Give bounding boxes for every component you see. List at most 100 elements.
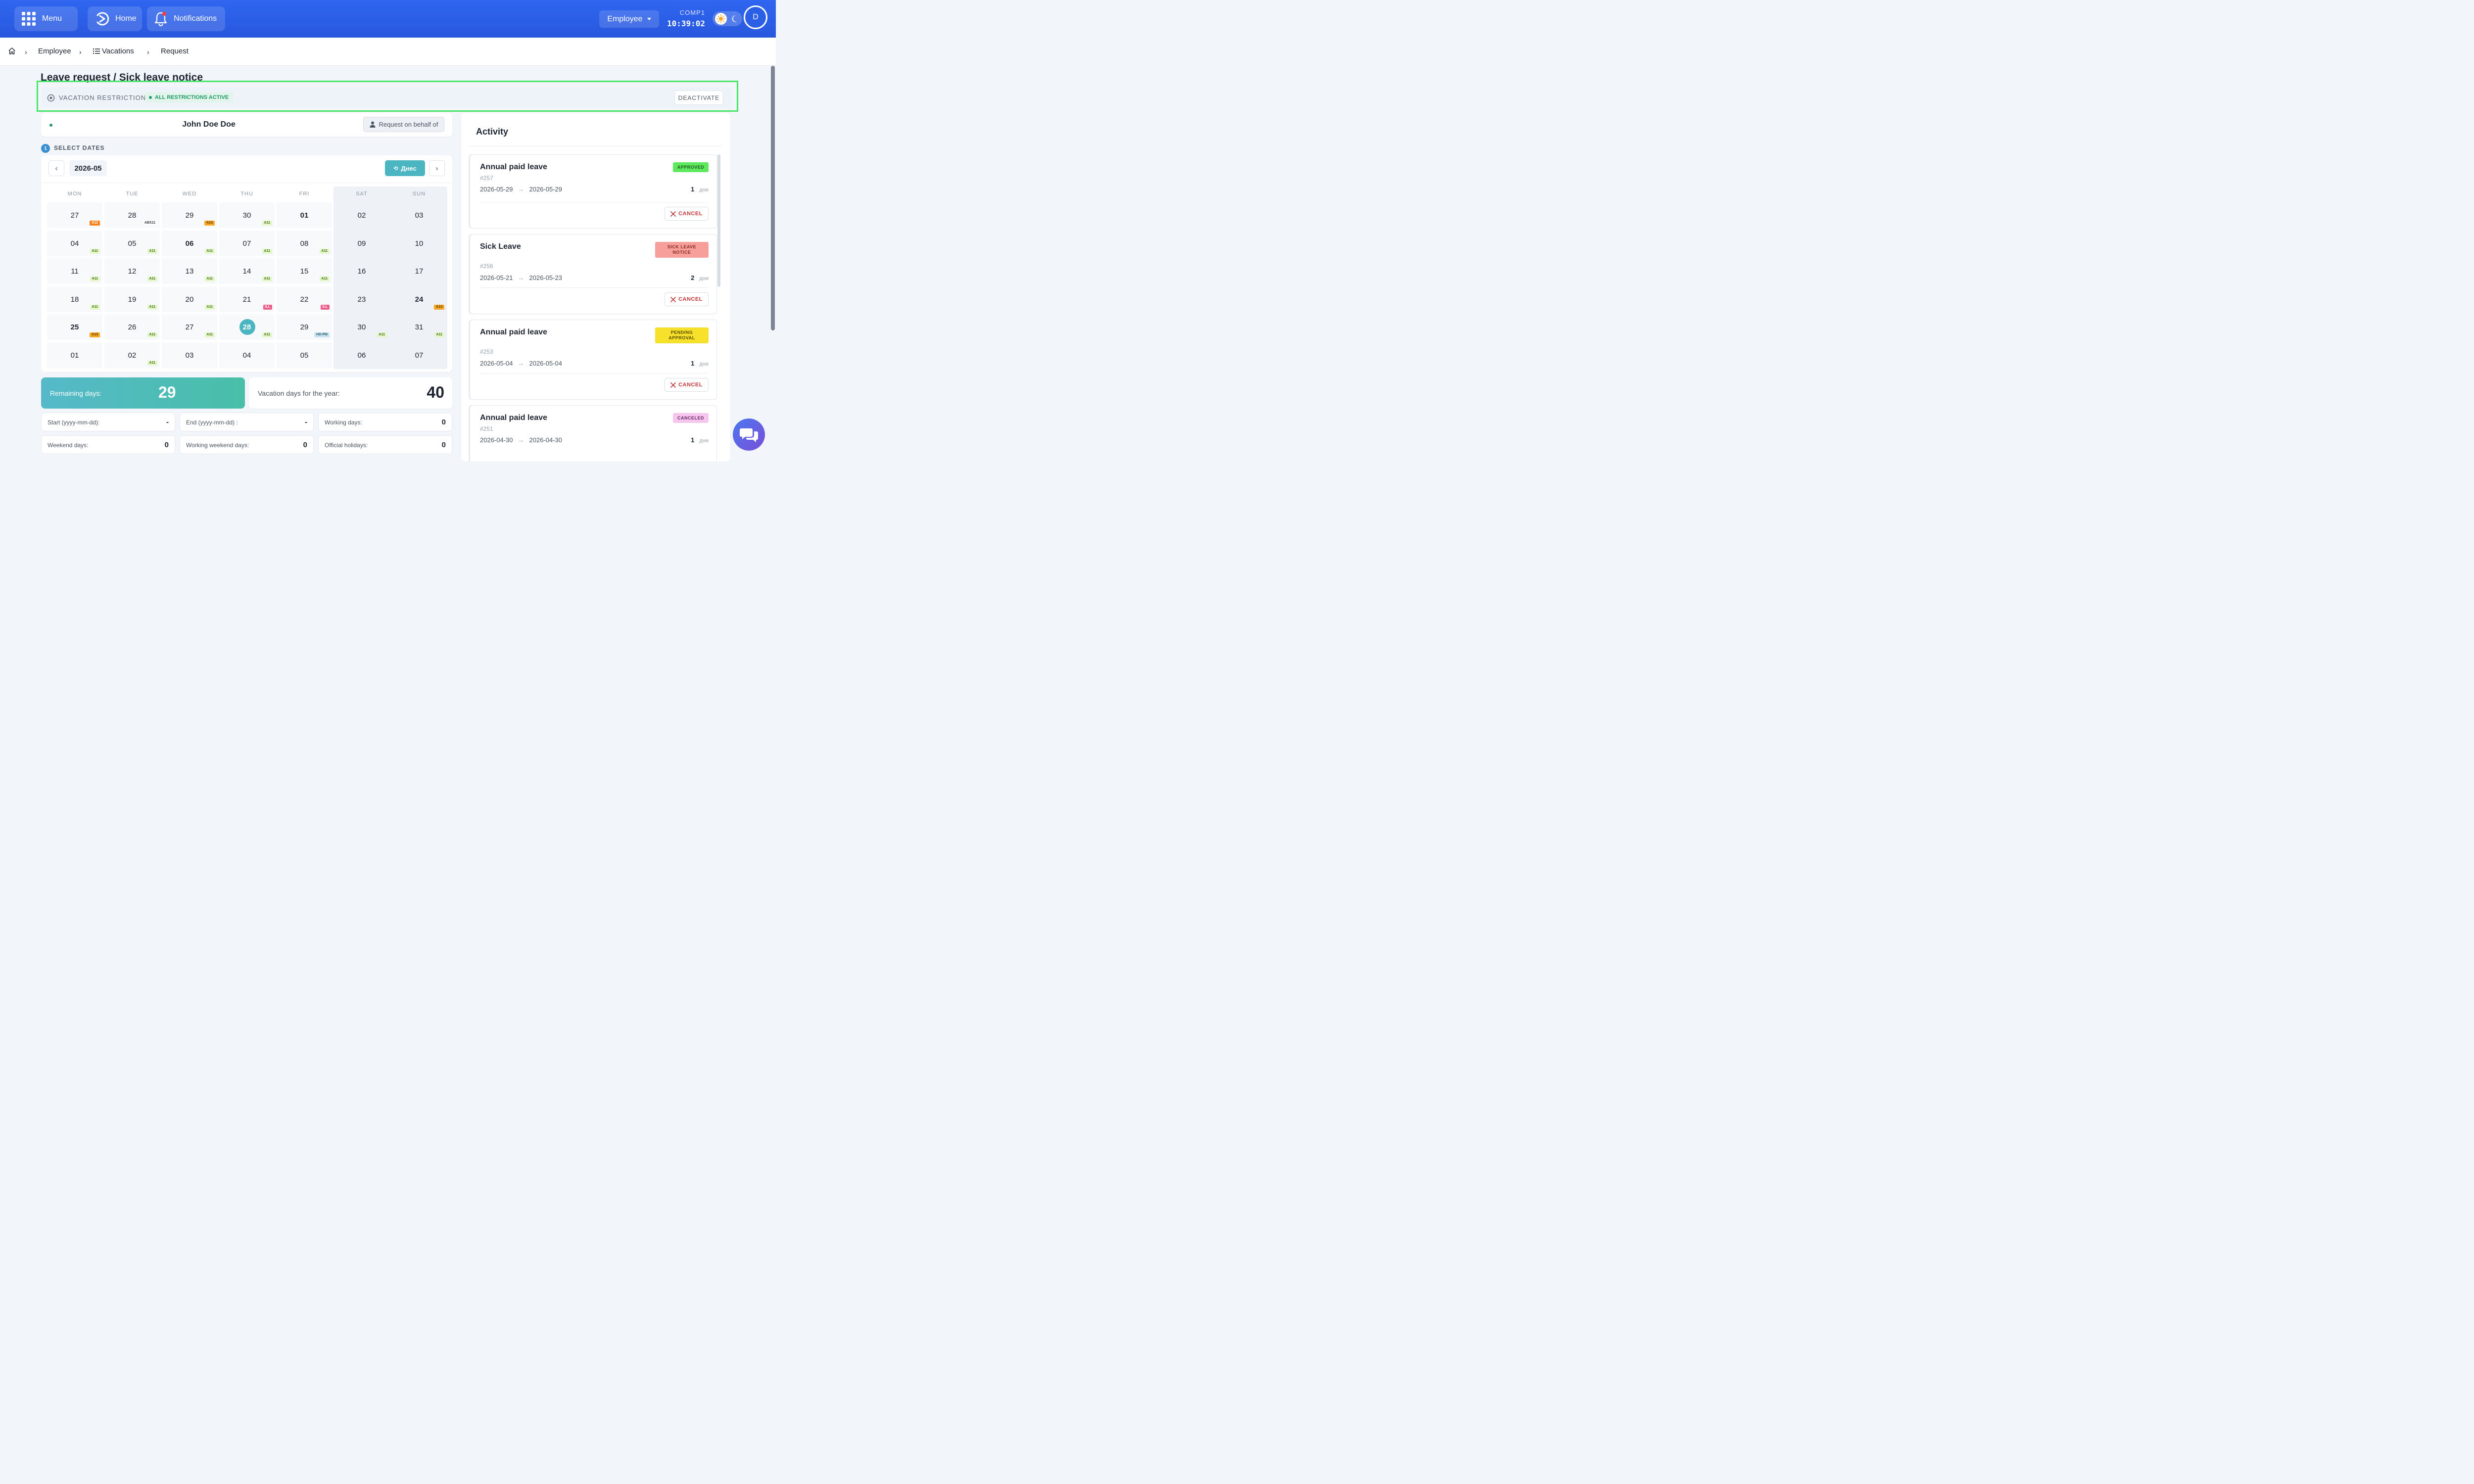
calendar-day[interactable]: 03	[391, 202, 447, 228]
page-scrollbar[interactable]	[771, 66, 775, 330]
calendar-day[interactable]: 18 A11	[47, 286, 102, 312]
day-number: 22	[300, 295, 309, 304]
calendar-day[interactable]: 16	[334, 258, 389, 284]
close-icon	[670, 211, 676, 217]
calendar-day[interactable]: 07	[391, 342, 447, 368]
divider	[480, 287, 709, 288]
day-number: 19	[128, 295, 137, 304]
calendar-day[interactable]: 06	[334, 342, 389, 368]
calendar-day[interactable]: 27 A12	[47, 202, 102, 228]
date-from: 2026-04-30	[480, 436, 513, 444]
deactivate-button[interactable]: DEACTIVATE	[674, 91, 723, 105]
employee-name: John Doe Doe	[182, 120, 236, 129]
request-on-behalf-button[interactable]: Request on behalf of	[363, 117, 444, 132]
calendar-day[interactable]: 23	[334, 286, 389, 312]
day-tag: A11	[262, 221, 272, 226]
calendar-day[interactable]: 29 HD-PM	[277, 314, 332, 340]
clock: 10:39:02	[666, 19, 705, 28]
calendar-day[interactable]: 03	[162, 342, 217, 368]
calendar-day[interactable]: 27 A11	[162, 314, 217, 340]
day-tag: A11	[90, 249, 100, 254]
calendar-day[interactable]: 26 A11	[104, 314, 160, 340]
calendar-day[interactable]: 30 A11	[334, 314, 389, 340]
day-number: 15	[300, 267, 309, 276]
cancel-button[interactable]: CANCEL	[665, 292, 709, 306]
home-icon[interactable]	[8, 47, 16, 57]
cancel-button[interactable]: CANCEL	[665, 378, 709, 392]
chat-button[interactable]	[733, 418, 765, 451]
calendar-day[interactable]: 13 A11	[162, 258, 217, 284]
date-from: 2026-05-21	[480, 274, 513, 281]
calendar-day[interactable]: 28 A11	[219, 314, 275, 340]
role-dropdown[interactable]: Employee	[599, 10, 659, 28]
calendar-day[interactable]: 30 A11	[219, 202, 275, 228]
calendar-day[interactable]: 17	[391, 258, 447, 284]
calendar-day[interactable]: 11 A11	[47, 258, 102, 284]
company-name: COMP1	[679, 9, 705, 16]
notifications-label: Notifications	[174, 14, 217, 23]
calendar-day[interactable]: 01	[277, 202, 332, 228]
day-count: 2 дни	[691, 274, 709, 281]
stat-working-weekend-days: Working weekend days: 0	[180, 435, 314, 454]
calendar-day[interactable]: 22 ILL	[277, 286, 332, 312]
calendar-day[interactable]: 04 A11	[47, 231, 102, 256]
calendar-day[interactable]: 21 ILL	[219, 286, 275, 312]
calendar-day[interactable]: 05 A11	[104, 231, 160, 256]
calendar-day[interactable]: 01	[47, 342, 102, 368]
activity-scrollbar[interactable]	[717, 154, 720, 287]
calendar-day[interactable]: 29 A13	[162, 202, 217, 228]
theme-toggle[interactable]	[713, 11, 742, 26]
user-avatar[interactable]: D	[744, 5, 767, 29]
calendar-day[interactable]: 02	[334, 202, 389, 228]
step-number: 1	[41, 144, 50, 153]
calendar-day[interactable]: 07 A11	[219, 231, 275, 256]
day-tag: A11	[262, 277, 272, 281]
calendar-day[interactable]: 08 A11	[277, 231, 332, 256]
home-button[interactable]: Home	[88, 6, 142, 31]
calendar-day[interactable]: 10	[391, 231, 447, 256]
calendar-day[interactable]: 25 A13	[47, 314, 102, 340]
notifications-button[interactable]: Notifications	[147, 6, 225, 31]
prev-month-button[interactable]: ‹	[48, 160, 64, 176]
list-icon	[93, 48, 100, 57]
day-tag: A12	[90, 221, 100, 226]
calendar-day[interactable]: 31 A11	[391, 314, 447, 340]
status-badge: PENDING APPROVAL	[655, 327, 709, 343]
day-count-value: 2	[691, 274, 695, 281]
remaining-days-value: 29	[158, 383, 176, 401]
breadcrumb-item-vacations[interactable]: Vacations	[102, 47, 134, 55]
menu-button[interactable]: Menu	[14, 6, 78, 31]
date-range: 2026-05-21 → 2026-05-23	[480, 274, 562, 281]
calendar-day[interactable]: 12 A11	[104, 258, 160, 284]
day-number: 25	[70, 323, 79, 331]
day-number: 17	[415, 267, 424, 276]
calendar-day[interactable]: 14 A11	[219, 258, 275, 284]
home-label: Home	[115, 14, 137, 23]
calendar-day[interactable]: 28 ABS11	[104, 202, 160, 228]
weekday-header: WED	[182, 191, 197, 197]
calendar-day[interactable]: 24 A13	[391, 286, 447, 312]
day-number: 10	[415, 239, 424, 248]
calendar-day[interactable]: 04	[219, 342, 275, 368]
day-count-unit: дни	[699, 438, 709, 444]
day-tag: A11	[90, 305, 100, 310]
calendar-day[interactable]: 05	[277, 342, 332, 368]
calendar-day[interactable]: 19 A11	[104, 286, 160, 312]
activity-item-id: #257	[480, 175, 493, 182]
menu-label: Menu	[42, 14, 62, 23]
weekday-header: TUE	[126, 191, 139, 197]
cancel-button[interactable]: CANCEL	[665, 207, 709, 221]
calendar-day[interactable]: 09	[334, 231, 389, 256]
calendar-day[interactable]: 02 A11	[104, 342, 160, 368]
calendar-day[interactable]: 06 A11	[162, 231, 217, 256]
day-tag: A11	[147, 361, 157, 366]
remaining-days-card: Remaining days: 29	[41, 377, 245, 409]
breadcrumb-item-employee[interactable]: Employee	[38, 47, 71, 55]
next-month-button[interactable]: ›	[429, 160, 445, 176]
day-tag: ILL	[320, 305, 330, 310]
calendar-day[interactable]: 20 A11	[162, 286, 217, 312]
role-dropdown-label: Employee	[607, 14, 643, 23]
stat-value: 0	[303, 441, 307, 449]
today-button[interactable]: ⟲ Днес	[385, 160, 425, 176]
calendar-day[interactable]: 15 A11	[277, 258, 332, 284]
